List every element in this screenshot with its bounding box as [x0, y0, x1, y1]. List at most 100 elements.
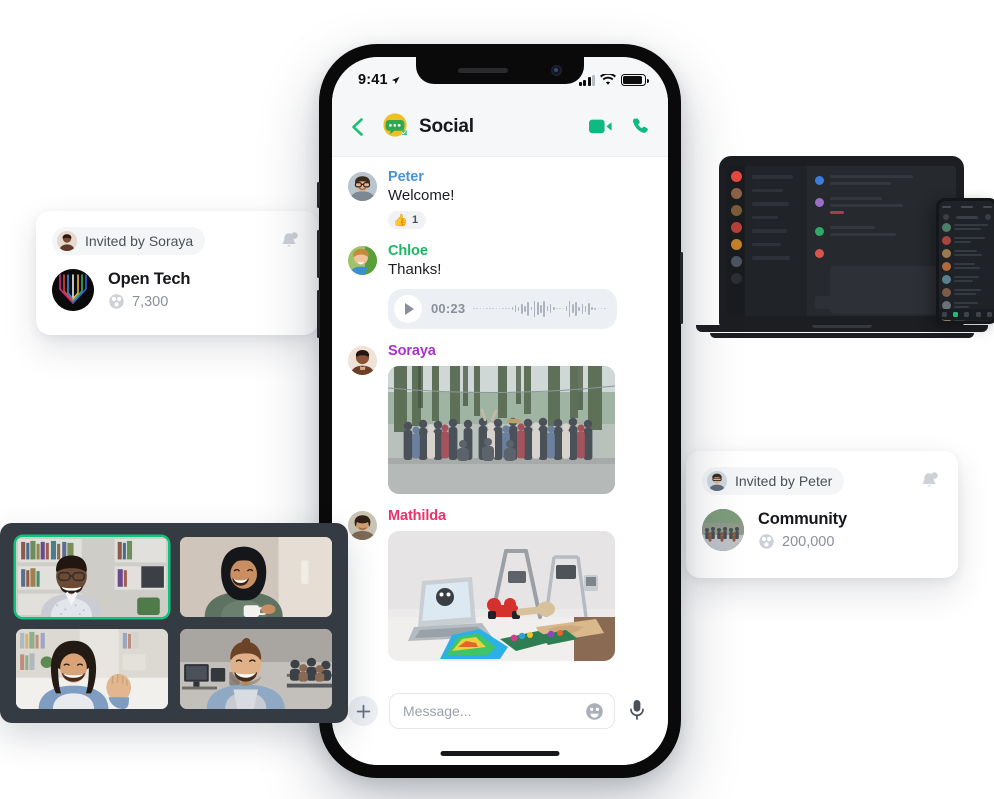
reaction-count: 1 — [411, 213, 419, 226]
open-tech-logo — [52, 269, 94, 311]
avatar-peter — [707, 471, 727, 491]
play-icon[interactable] — [394, 294, 422, 323]
dark-chat-app-preview — [727, 166, 956, 316]
mini-tab-icon[interactable] — [942, 312, 948, 317]
message-list[interactable]: Peter Welcome! 👍 1 Chloe Thanks! 00:23 S… — [332, 157, 668, 679]
mini-avatar-icon[interactable] — [943, 214, 949, 220]
message-sender: Soraya — [388, 342, 436, 359]
members-count: 200,000 — [782, 533, 835, 550]
message-item: Chloe Thanks! 00:23 — [332, 243, 668, 329]
cellular-signal-icon — [578, 74, 595, 86]
mini-phone-contacts-list — [936, 198, 994, 324]
channel-list — [745, 166, 807, 316]
message-sender: Chloe — [388, 242, 428, 259]
status-time: 9:41 — [358, 72, 388, 88]
verified-badge-icon — [401, 130, 407, 136]
phone-volume-up-button[interactable] — [317, 230, 320, 278]
laptop-base — [696, 325, 988, 332]
phone-screen: 9:41 Social Peter Welcome! 👍 1 Chloe Tha… — [332, 57, 668, 765]
server-rail — [727, 166, 745, 316]
invited-by-pill: Invited by Peter — [702, 467, 845, 495]
video-camera-icon[interactable] — [589, 118, 612, 135]
avatar-soraya[interactable] — [348, 345, 377, 375]
mini-phone-tabbar — [939, 309, 994, 320]
phone-handset-icon[interactable] — [630, 117, 650, 137]
invite-card-open-tech[interactable]: Invited by Soraya Open Tech 7,300 — [36, 211, 318, 335]
laptop-device — [696, 156, 994, 342]
server-icon[interactable] — [730, 222, 742, 233]
phone-power-button[interactable] — [680, 252, 683, 324]
mini-tab-icon[interactable] — [975, 312, 981, 317]
laptop-lid — [719, 156, 964, 326]
battery-icon — [621, 74, 649, 86]
mini-tab-icon[interactable] — [986, 312, 992, 317]
invited-by-pill: Invited by Soraya — [52, 227, 206, 255]
smiley-face-icon[interactable] — [585, 702, 604, 721]
bell-notification-icon[interactable] — [918, 470, 940, 492]
back-chevron-icon[interactable] — [347, 116, 369, 138]
message-reaction[interactable]: 👍 1 — [388, 210, 427, 229]
front-camera-icon — [551, 65, 562, 76]
server-icon[interactable] — [730, 205, 742, 216]
community-group-photo — [702, 509, 744, 551]
group-name: Community — [758, 510, 847, 528]
message-item: Mathilda — [332, 508, 668, 661]
status-time-group: 9:41 — [358, 72, 400, 88]
phone-notch — [416, 57, 584, 84]
location-arrow-icon — [391, 76, 400, 84]
message-pane — [807, 166, 956, 316]
voice-note-duration: 00:23 — [431, 301, 466, 316]
invited-by-label: Invited by Soraya — [85, 233, 194, 249]
server-icon[interactable] — [730, 256, 742, 267]
server-icon[interactable] — [730, 188, 742, 199]
server-icon[interactable] — [730, 171, 742, 182]
search-like-input-wrap[interactable] — [389, 693, 615, 729]
participant-woman-hijab-coffee[interactable] — [180, 537, 332, 617]
wifi-icon — [600, 74, 616, 85]
message-input[interactable] — [403, 703, 585, 719]
participant-man-office[interactable] — [180, 629, 332, 709]
plus-icon[interactable] — [348, 696, 378, 726]
message-sender: Mathilda — [388, 507, 447, 524]
message-text: Welcome! — [388, 187, 455, 204]
message-item: Peter Welcome! 👍 1 — [332, 169, 668, 229]
message-text: Thanks! — [388, 260, 442, 278]
participant-woman-waving[interactable] — [16, 629, 168, 709]
laptop-message-input[interactable] — [815, 296, 948, 309]
avatar-soraya — [57, 231, 77, 251]
chat-bubble-logo — [381, 112, 410, 141]
members-globe-icon — [109, 294, 124, 309]
mini-tab-icon[interactable] — [964, 312, 970, 317]
group-name: Open Tech — [108, 270, 191, 288]
message-item: Soraya — [332, 343, 668, 494]
members-count: 7,300 — [132, 293, 169, 310]
microphone-icon[interactable] — [628, 699, 652, 726]
phone-volume-down-button[interactable] — [317, 290, 320, 338]
chat-header: Social — [332, 97, 668, 157]
audio-waveform — [473, 299, 606, 319]
invited-by-label: Invited by Peter — [735, 473, 833, 489]
invite-card-community[interactable]: Invited by Peter Community 200,000 — [686, 451, 958, 578]
video-call-grid — [0, 523, 348, 723]
page-title: Social — [419, 115, 474, 137]
thumbs-up-icon: 👍 — [393, 212, 408, 227]
message-sender: Peter — [388, 169, 424, 185]
mini-tab-icon-active[interactable] — [953, 312, 959, 317]
avatar-chloe[interactable] — [348, 245, 377, 275]
voice-note[interactable]: 00:23 — [388, 288, 617, 329]
laptop-foot — [710, 333, 974, 338]
avatar-peter[interactable] — [348, 172, 377, 201]
add-server-icon[interactable] — [730, 273, 742, 284]
bell-notification-icon[interactable] — [278, 230, 300, 252]
server-icon[interactable] — [730, 239, 742, 250]
home-indicator[interactable] — [440, 751, 560, 756]
scene-root: Invited by Soraya Open Tech 7,300 Invite… — [0, 0, 994, 799]
participant-man-bookshelf[interactable] — [16, 537, 168, 617]
avatar-mathilda[interactable] — [348, 510, 377, 540]
photo-3d-printer-desk[interactable] — [388, 530, 615, 661]
photo-group-outdoors[interactable] — [388, 365, 615, 494]
phone-device: 9:41 Social Peter Welcome! 👍 1 Chloe Tha… — [317, 44, 683, 778]
mini-search-icon[interactable] — [985, 214, 991, 220]
members-globe-icon — [759, 534, 774, 549]
phone-mute-switch[interactable] — [317, 182, 320, 208]
